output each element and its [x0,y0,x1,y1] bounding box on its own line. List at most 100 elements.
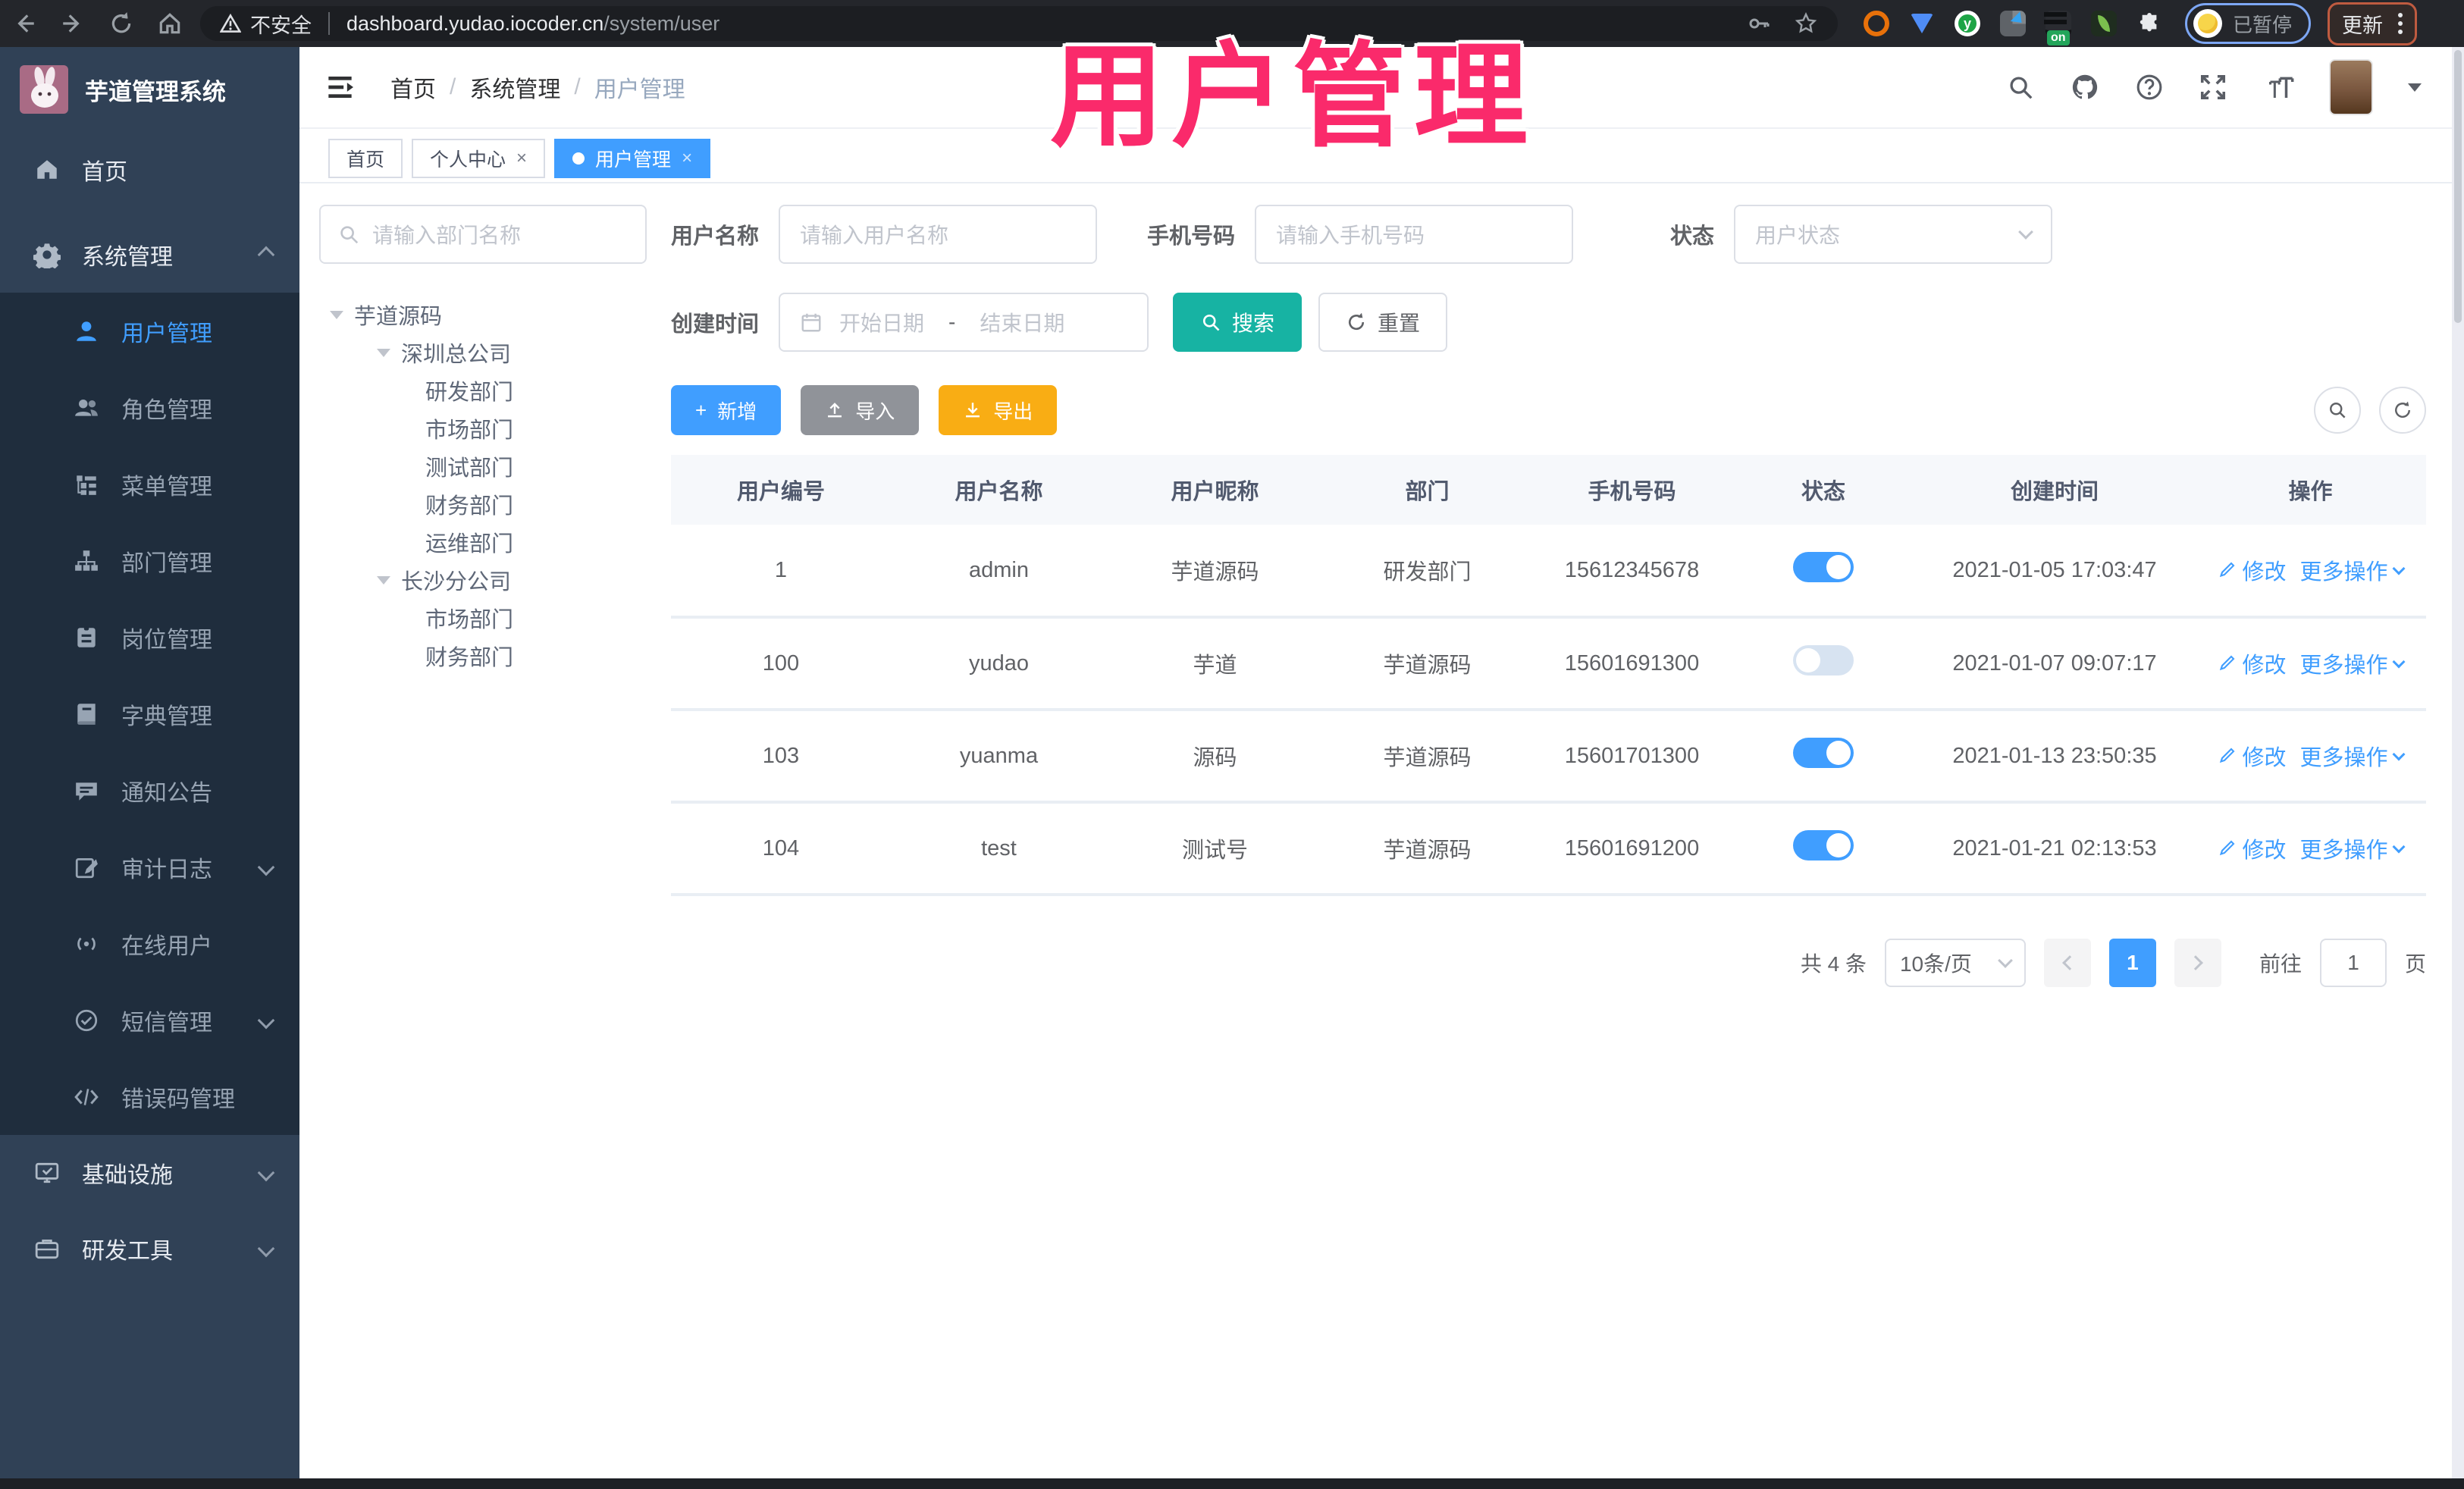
url-bar[interactable]: 不安全 dashboard.yudao.iocoder.cn/system/us… [200,6,1838,41]
extension-leaf-icon[interactable] [2091,11,2117,36]
edit-link[interactable]: 修改 [2218,740,2287,772]
browser-back-button[interactable] [0,11,49,36]
sidebar-item-home[interactable]: 首页 [0,132,299,208]
scrollbar-thumb[interactable] [2454,50,2462,323]
sidebar-item-role-mgmt[interactable]: 角色管理 [0,369,299,446]
goto-page-input[interactable]: 1 [2319,939,2387,987]
search-icon[interactable] [2006,73,2035,102]
toggle-search-button[interactable] [2314,387,2361,434]
more-actions-link[interactable]: 更多操作 [2300,832,2406,864]
tab-profile[interactable]: 个人中心 × [412,139,546,178]
tab-user-mgmt[interactable]: 用户管理 × [554,139,711,178]
sidebar-item-audit-log[interactable]: 审计日志 [0,829,299,905]
extension-green-icon[interactable]: y [1955,11,1980,36]
bookmark-star-icon[interactable] [1794,11,1818,36]
extension-tabs-icon[interactable]: on [2044,11,2071,45]
status-label: 状态 [1670,224,1715,249]
edit-link[interactable]: 修改 [2218,647,2287,679]
edit-link[interactable]: 修改 [2218,554,2287,586]
status-toggle[interactable] [1793,830,1854,860]
sidebar-item-user-mgmt[interactable]: 用户管理 [0,293,299,369]
avatar-caret-icon[interactable] [2408,83,2422,92]
tree-node[interactable]: 深圳总公司 [319,334,647,371]
sidebar-collapse-button[interactable] [327,73,359,102]
status-toggle[interactable] [1793,738,1854,768]
sidebar-item-infra[interactable]: 基础设施 [0,1135,299,1211]
status-toggle[interactable] [1793,645,1854,676]
cell-created: 2021-01-13 23:50:35 [1914,710,2195,804]
github-icon[interactable] [2070,72,2100,102]
mobile-input[interactable]: 请输入手机号码 [1255,205,1574,264]
tree-node-label: 运维部门 [425,532,514,556]
sidebar-item-menu-mgmt[interactable]: 菜单管理 [0,446,299,522]
caret-down-icon[interactable] [377,348,390,357]
more-actions-link[interactable]: 更多操作 [2300,647,2406,679]
user-avatar[interactable] [2329,59,2373,115]
tree-node[interactable]: 研发部门 [319,371,647,409]
table-header-row: 用户编号 用户名称 用户昵称 部门 手机号码 状态 创建时间 操作 [671,455,2426,525]
browser-update-button[interactable]: 更新 [2328,2,2418,45]
status-toggle[interactable] [1793,552,1854,582]
breadcrumb-home[interactable]: 首页 [390,71,436,104]
tree-node[interactable]: 长沙分公司 [319,561,647,599]
font-size-icon[interactable] [2262,73,2294,102]
tree-node[interactable]: 运维部门 [319,523,647,561]
import-button[interactable]: 导入 [801,385,920,435]
page-size-select[interactable]: 10条/页 [1884,939,2026,987]
tree-node[interactable]: 测试部门 [319,447,647,485]
browser-home-button[interactable] [146,11,194,36]
current-page-button[interactable]: 1 [2108,939,2156,987]
sidebar-item-dept-mgmt[interactable]: 部门管理 [0,522,299,599]
tree-node[interactable]: 市场部门 [319,409,647,447]
prev-page-button[interactable] [2043,939,2091,987]
search-button[interactable]: 搜索 [1173,293,1303,352]
browser-menu-icon[interactable] [2398,13,2403,34]
tab-close-icon[interactable]: × [516,148,527,169]
extension-orange-icon[interactable] [1864,11,1889,36]
browser-forward-button[interactable] [49,11,97,36]
sidebar-item-devtools[interactable]: 研发工具 [0,1211,299,1287]
sidebar-item-errcode-mgmt[interactable]: 错误码管理 [0,1058,299,1135]
extension-gem-icon[interactable] [1909,11,1935,36]
sidebar-item-post-mgmt[interactable]: 岗位管理 [0,599,299,676]
app-logo[interactable]: 芋道管理系统 [0,47,299,132]
sidebar-item-system[interactable]: 系统管理 [0,217,299,293]
edit-link-label: 修改 [2242,839,2287,863]
sidebar-item-online-users[interactable]: 在线用户 [0,905,299,982]
export-button[interactable]: 导出 [939,385,1058,435]
key-icon[interactable] [1747,11,1771,36]
dept-search-input[interactable]: 请输入部门名称 [319,205,647,264]
fullscreen-icon[interactable] [2199,73,2227,102]
date-range-input[interactable]: 开始日期 - 结束日期 [779,293,1149,352]
security-indicator[interactable]: 不安全 [220,9,312,39]
tree-node[interactable]: 芋道源码 [319,296,647,334]
edit-link[interactable]: 修改 [2218,832,2287,864]
tree-node[interactable]: 财务部门 [319,637,647,675]
breadcrumb-system[interactable]: 系统管理 [469,71,560,104]
more-actions-link[interactable]: 更多操作 [2300,740,2406,772]
next-page-button[interactable] [2174,939,2221,987]
caret-down-icon[interactable] [377,575,390,585]
vertical-scrollbar[interactable] [2452,47,2464,1478]
sidebar-item-dict-mgmt[interactable]: 字典管理 [0,676,299,752]
sidebar-item-notice[interactable]: 通知公告 [0,752,299,829]
chevron-down-icon [2392,655,2406,669]
sidebar-item-sms-mgmt[interactable]: 短信管理 [0,982,299,1058]
caret-down-icon[interactable] [330,310,343,319]
extension-grid-icon[interactable] [2000,11,2032,36]
refresh-table-button[interactable] [2379,387,2426,434]
browser-profile-badge[interactable]: 已暂停 [2185,3,2312,44]
status-select[interactable]: 用户状态 [1734,205,2053,264]
add-button[interactable]: + 新增 [671,385,782,435]
help-icon[interactable] [2135,73,2164,102]
tree-node[interactable]: 市场部门 [319,599,647,637]
status-placeholder: 用户状态 [1755,224,1841,247]
tab-close-icon[interactable]: × [682,148,692,169]
tab-home[interactable]: 首页 [328,139,403,178]
tree-node[interactable]: 财务部门 [319,485,647,523]
extension-puzzle-icon[interactable] [2136,11,2162,36]
username-input[interactable]: 请输入用户名称 [779,205,1098,264]
browser-reload-button[interactable] [97,11,146,36]
reset-button[interactable]: 重置 [1318,293,1448,352]
more-actions-link[interactable]: 更多操作 [2300,554,2406,586]
